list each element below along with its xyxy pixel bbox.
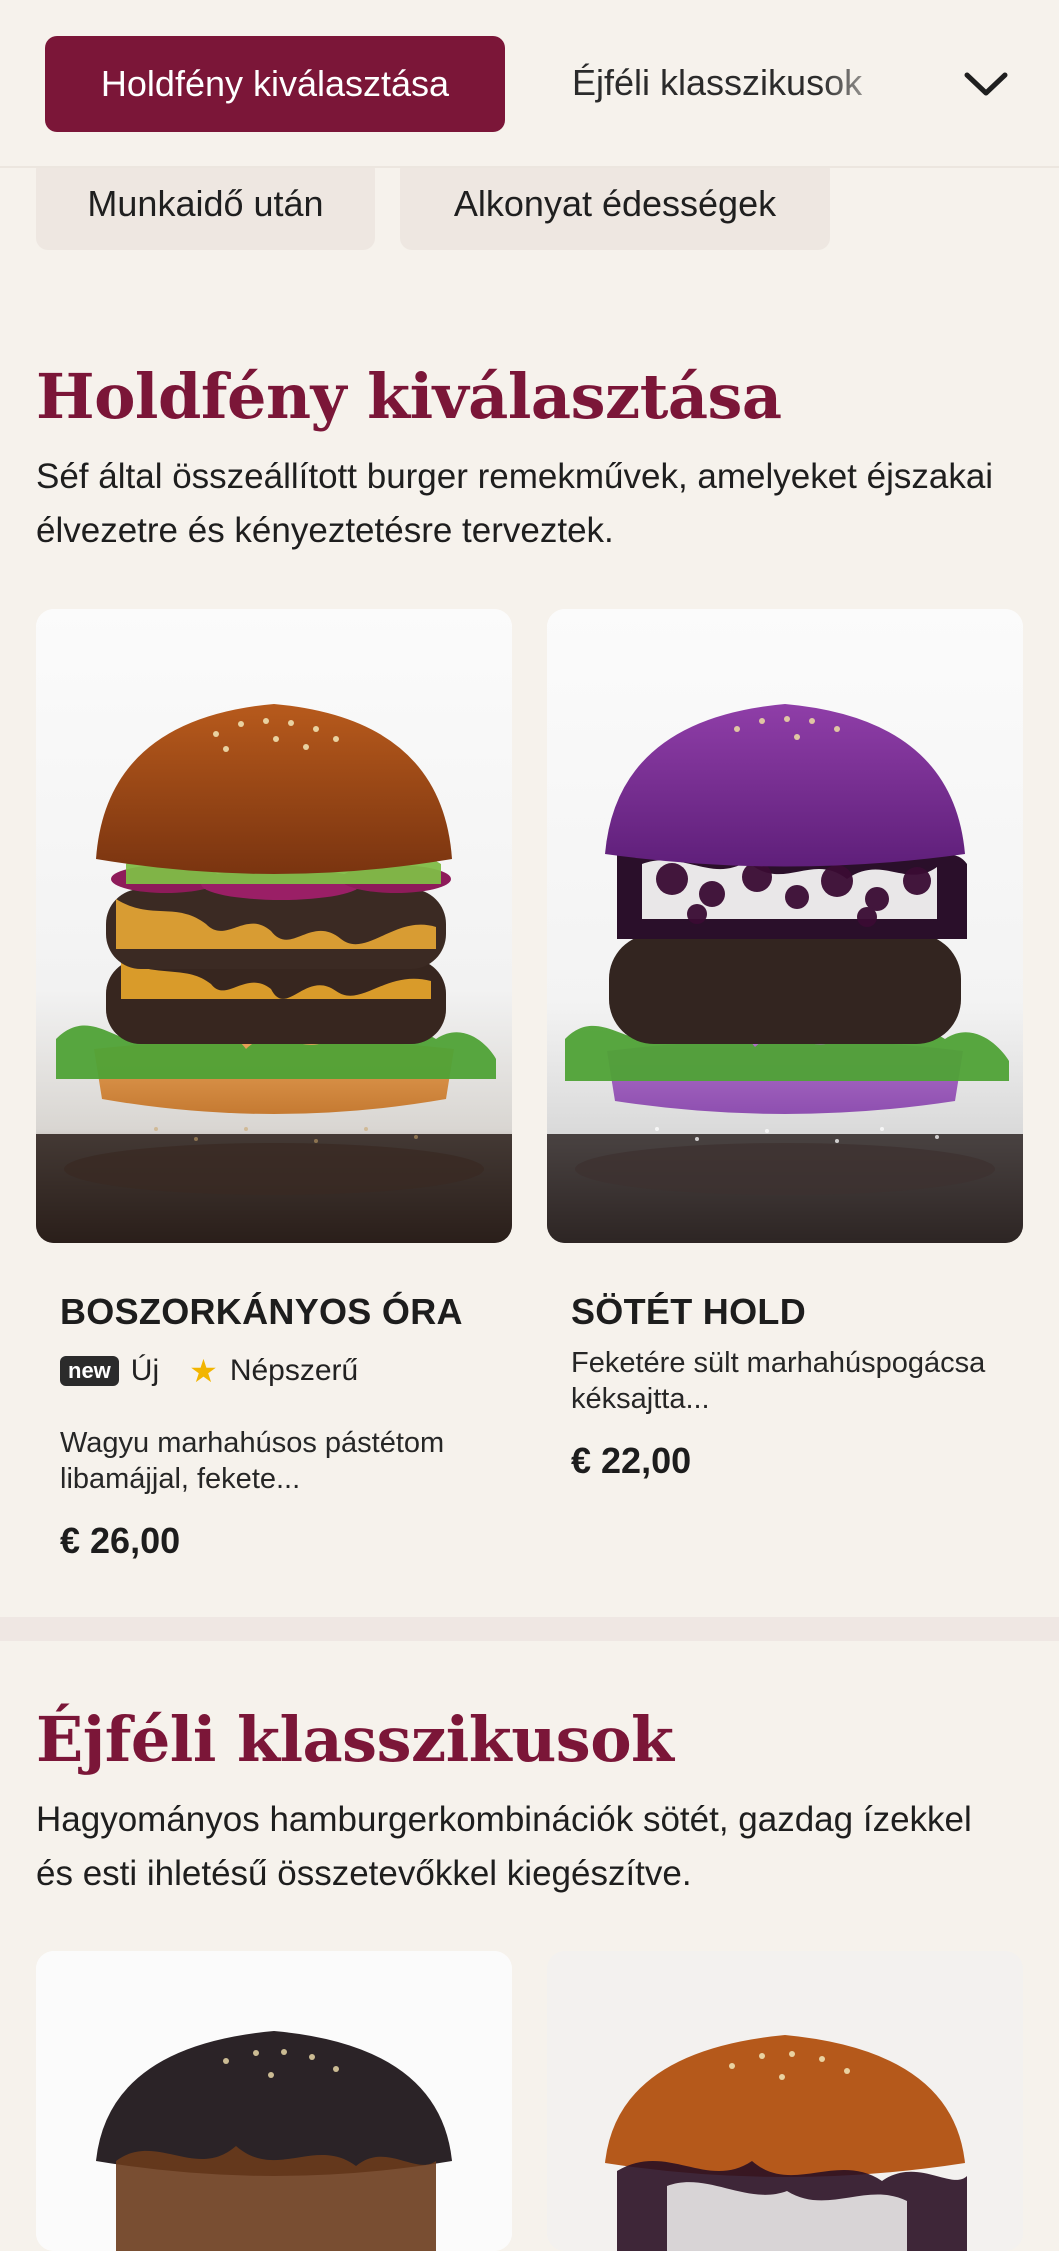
chip-after-work[interactable]: Munkaidő után [36, 168, 375, 250]
star-icon: ★ [189, 1353, 218, 1389]
tag-popular-label: Népszerű [229, 1354, 359, 1387]
new-badge: new [60, 1356, 119, 1386]
chip-label: Munkaidő után [87, 183, 324, 224]
scroll-fade [820, 30, 960, 130]
product-image[interactable] [36, 1951, 512, 2251]
section-title: Éjféli klasszikusok [36, 1703, 674, 1776]
section-description: Hagyományos hamburgerkombinációk sötét, … [36, 1800, 972, 1893]
chip-label: Alkonyat édességek [453, 183, 777, 224]
product-price: € 22,00 [571, 1440, 692, 1481]
product-image-witching-hour[interactable] [36, 609, 512, 1243]
product-tags: new Új ★ Népszerű [60, 1354, 358, 1388]
category-chips: Munkaidő után Alkonyat édességek [0, 168, 1059, 264]
section-divider [0, 1617, 1059, 1641]
product-description: Feketére sült marhahúspogácsa kéksajtta.… [571, 1347, 986, 1415]
product-name[interactable]: SÖTÉT HOLD [571, 1291, 806, 1333]
category-tab-active[interactable]: Holdfény kiválasztása [45, 36, 505, 132]
category-bar: Holdfény kiválasztása Éjféli klasszikuso… [0, 0, 1059, 168]
product-price: € 26,00 [60, 1520, 181, 1561]
chip-dusk-desserts[interactable]: Alkonyat édességek [400, 168, 830, 250]
product-description: Wagyu marhahúsos pástétom libamájjal, fe… [60, 1427, 445, 1495]
product-image-dark-moon[interactable] [547, 609, 1023, 1243]
tag-new-label: Új [130, 1354, 160, 1387]
category-tab-active-label: Holdfény kiválasztása [100, 63, 450, 104]
section-title: Holdfény kiválasztása [36, 360, 782, 433]
category-tab-next[interactable]: Éjféli klasszikusok [572, 48, 862, 118]
category-tab-next-label: Éjféli klasszikusok [572, 62, 863, 103]
product-name[interactable]: BOSZORKÁNYOS ÓRA [60, 1291, 463, 1333]
chevron-down-icon[interactable] [960, 58, 1012, 110]
product-image[interactable] [547, 1951, 1023, 2251]
section-description: Séf által összeállított burger remekműve… [36, 457, 994, 550]
